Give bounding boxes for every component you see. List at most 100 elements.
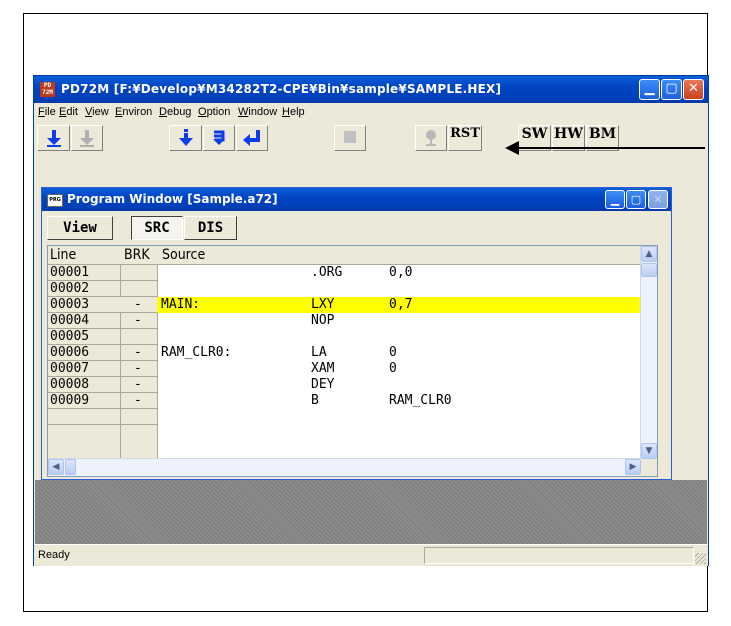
row-brk-marker[interactable]: -	[134, 393, 142, 409]
status-text: Ready	[38, 549, 70, 561]
header-source[interactable]: Source	[162, 246, 205, 264]
callout-arrow-icon	[505, 141, 519, 155]
row-line-number: 00003	[50, 297, 90, 312]
scroll-left-icon[interactable]: ◀	[48, 459, 64, 475]
mdi-client-area	[35, 480, 707, 544]
rst-button[interactable]: RST	[448, 125, 482, 151]
row-operand: 0	[389, 345, 397, 360]
source-grid: Line BRK Source 00001 .ORG 0,0 00002 00003 - M…	[47, 245, 658, 477]
program-window-titlebar[interactable]: PRG Program Window [Sample.a72] ▁ ▢ ✕	[42, 188, 671, 211]
row-divider	[48, 408, 157, 409]
program-window-icon: PRG	[47, 194, 63, 207]
hscroll-thumb[interactable]	[65, 459, 76, 475]
vertical-scrollbar[interactable]: ▲ ▼	[640, 246, 657, 459]
row-operand: 0	[389, 361, 397, 376]
menu-bar: File Edit View Environ Debug Option Wind…	[34, 103, 708, 122]
table-row[interactable]: 00001 .ORG 0,0	[48, 265, 641, 281]
dis-tab[interactable]: DIS	[184, 216, 237, 240]
step-over-button[interactable]	[203, 125, 235, 151]
menu-file[interactable]: File	[38, 106, 56, 118]
maximize-icon[interactable]: ▢	[661, 79, 682, 100]
view-button[interactable]: View	[47, 216, 113, 240]
header-brk[interactable]: BRK	[124, 246, 150, 264]
menu-option[interactable]: Option	[198, 106, 230, 118]
table-row[interactable]: 00002	[48, 281, 641, 297]
table-row[interactable]: 00007 - XAM 0	[48, 361, 641, 377]
row-line-number: 00008	[50, 377, 90, 392]
row-line-number: 00009	[50, 393, 90, 408]
go-button[interactable]	[415, 125, 447, 151]
row-divider	[48, 424, 157, 425]
row-brk-marker[interactable]: -	[134, 345, 142, 361]
row-brk-marker[interactable]: -	[134, 377, 142, 393]
row-line-number: 00007	[50, 361, 90, 376]
grid-header: Line BRK Source	[48, 246, 657, 265]
maximize-icon[interactable]: ▢	[626, 190, 646, 209]
download-icon	[46, 130, 61, 147]
stop-button[interactable]	[334, 125, 366, 151]
return-button[interactable]	[236, 125, 268, 151]
horizontal-scrollbar[interactable]: ◀ ▶	[48, 458, 641, 476]
table-row[interactable]: 00009 - B RAM_CLR0	[48, 393, 641, 409]
row-brk-marker[interactable]: -	[134, 297, 142, 313]
row-label: MAIN:	[161, 297, 201, 312]
menu-environ[interactable]: Environ	[115, 106, 152, 118]
go-icon	[426, 130, 436, 146]
src-tab[interactable]: SRC	[131, 216, 183, 240]
menu-view[interactable]: View	[85, 106, 109, 118]
download-disabled-icon	[80, 130, 94, 147]
scroll-up-icon[interactable]: ▲	[641, 246, 657, 262]
table-row[interactable]: 00008 - DEY	[48, 377, 641, 393]
close-icon[interactable]: ✕	[683, 79, 704, 100]
row-label: RAM_CLR0:	[161, 345, 232, 360]
row-operand: 0,7	[389, 297, 413, 312]
step-button[interactable]	[169, 125, 202, 151]
row-opcode: XAM	[311, 361, 335, 376]
scroll-right-icon[interactable]: ▶	[625, 459, 641, 475]
row-brk-marker[interactable]: -	[134, 361, 142, 377]
row-line-number: 00006	[50, 345, 90, 360]
table-row[interactable]: 00004 - NOP	[48, 313, 641, 329]
row-opcode: NOP	[311, 313, 335, 328]
table-row[interactable]: 00006 - RAM_CLR0: LA 0	[48, 345, 641, 361]
scroll-thumb[interactable]	[641, 263, 657, 277]
step-over-icon	[213, 130, 225, 145]
row-line-number: 00002	[50, 281, 90, 296]
minimize-icon[interactable]: ▁	[639, 79, 660, 100]
program-window-title: Program Window [Sample.a72]	[67, 192, 278, 206]
table-row[interactable]: 00005	[48, 329, 641, 345]
return-icon	[243, 130, 260, 146]
row-opcode: LXY	[311, 297, 335, 312]
row-line-number: 00004	[50, 313, 90, 328]
view-tabs: View SRC DIS	[42, 212, 671, 242]
menu-help[interactable]: Help	[282, 106, 305, 118]
download-button[interactable]	[37, 125, 70, 151]
close-icon: ✕	[648, 190, 668, 209]
program-window: PRG Program Window [Sample.a72] ▁ ▢ ✕ Vi…	[41, 187, 672, 480]
row-opcode: LA	[311, 345, 327, 360]
scroll-down-icon[interactable]: ▼	[641, 443, 657, 459]
scroll-corner	[641, 459, 657, 476]
callout-arrow-line	[517, 147, 705, 149]
table-row[interactable]: 00003 - MAIN: LXY 0,7	[48, 297, 641, 313]
row-operand: 0,0	[389, 265, 413, 280]
menu-debug[interactable]: Debug	[159, 106, 191, 118]
row-opcode: .ORG	[311, 265, 343, 280]
row-operand: RAM_CLR0	[389, 393, 452, 408]
menu-edit[interactable]: Edit	[59, 106, 78, 118]
row-line-number: 00001	[50, 265, 90, 280]
minimize-icon[interactable]: ▁	[605, 190, 625, 209]
step-icon	[178, 129, 193, 146]
download-disabled-button[interactable]	[71, 125, 103, 151]
row-line-number: 00005	[50, 329, 90, 344]
status-panel	[424, 547, 694, 564]
status-bar: Ready	[34, 544, 708, 566]
row-brk-marker[interactable]: -	[134, 313, 142, 329]
window-title: PD72M [F:¥Develop¥M34282T2-CPE¥Bin¥sampl…	[61, 82, 502, 96]
app-icon: PD 72M	[40, 82, 55, 97]
menu-window[interactable]: Window	[238, 106, 277, 118]
title-bar[interactable]: PD 72M PD72M [F:¥Develop¥M34282T2-CPE¥Bi…	[34, 76, 708, 103]
row-opcode: B	[311, 393, 319, 408]
header-line[interactable]: Line	[50, 246, 76, 264]
resize-grip-icon[interactable]	[695, 553, 706, 564]
